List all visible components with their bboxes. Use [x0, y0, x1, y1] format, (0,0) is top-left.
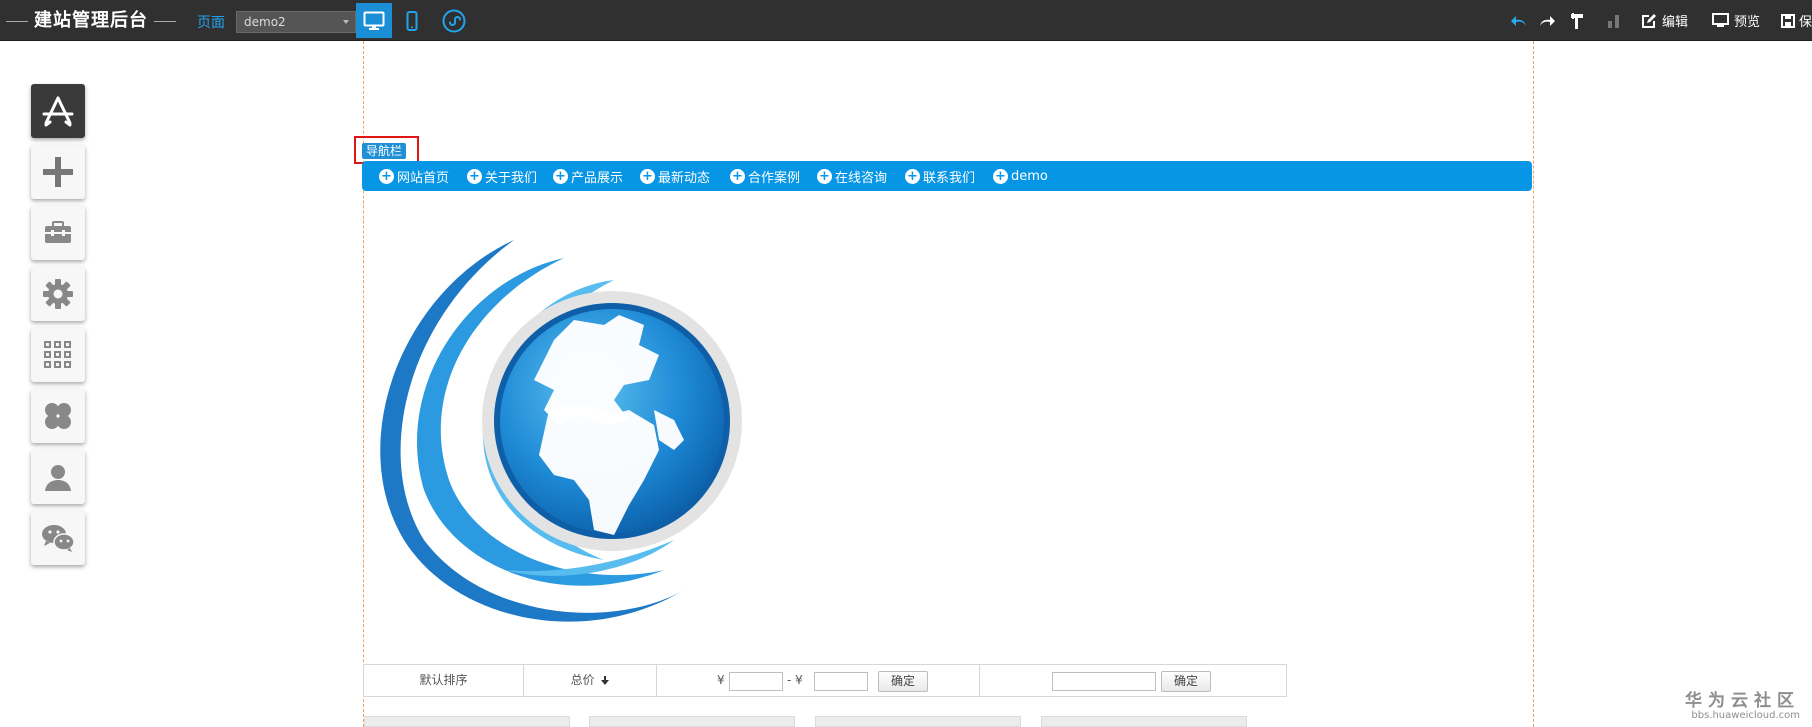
- redo-icon[interactable]: [1537, 11, 1557, 31]
- miniprogram-icon: [442, 9, 466, 32]
- settings-button[interactable]: [31, 267, 85, 321]
- save-label: 保: [1799, 15, 1812, 30]
- app-store-button[interactable]: [31, 84, 85, 138]
- miniprogram-view-button[interactable]: [436, 3, 472, 38]
- watermark-title: 华为云社区: [1685, 691, 1800, 711]
- nav-item-label: demo: [1011, 168, 1048, 184]
- plus-circle-icon: +: [467, 168, 482, 184]
- gear-icon: [43, 279, 73, 309]
- nav-item[interactable]: + 在线咨询: [817, 161, 887, 191]
- phone-icon: [406, 10, 418, 31]
- nav-item-label: 产品展示: [571, 170, 624, 186]
- nav-item-label: 在线咨询: [835, 170, 888, 186]
- nav-module-tag-label: 导航栏: [362, 143, 407, 159]
- plus-circle-icon: +: [993, 168, 1008, 184]
- canvas-guide-right: [1533, 41, 1534, 727]
- mobile-view-button[interactable]: [394, 3, 430, 38]
- page-select-value: demo2: [244, 15, 286, 29]
- apps-grid-button[interactable]: [31, 328, 85, 382]
- wechat-button[interactable]: [31, 511, 85, 565]
- nav-item[interactable]: + 网站首页: [379, 161, 449, 191]
- currency-symbol: ¥: [717, 673, 725, 687]
- edit-icon: [1642, 13, 1656, 28]
- chevron-down-icon: [343, 20, 349, 24]
- price-max-input[interactable]: [814, 672, 868, 691]
- preview-label: 预览: [1734, 15, 1761, 30]
- arrow-down-icon: [601, 675, 610, 685]
- toolbox-button[interactable]: [31, 206, 85, 260]
- clover-icon: [45, 403, 71, 429]
- price-confirm-button[interactable]: 确定: [878, 671, 928, 692]
- product-card[interactable]: [1041, 716, 1247, 727]
- product-card[interactable]: [364, 716, 570, 727]
- nav-item[interactable]: + 关于我们: [467, 161, 537, 191]
- nav-item-label: 网站首页: [397, 170, 450, 186]
- user-icon: [45, 465, 71, 491]
- navigation-bar: + 网站首页 + 关于我们 + 产品展示 + 最新动态 + 合作案例 + 在线咨询 + 联系我们 + demo: [362, 161, 1532, 191]
- keyword-search-input[interactable]: [1052, 672, 1156, 691]
- globe-logo-image: [380, 240, 742, 622]
- plugins-button[interactable]: [31, 389, 85, 443]
- price-range-separator: - ¥: [787, 673, 803, 687]
- edit-button[interactable]: 编辑: [1641, 0, 1688, 41]
- nav-item-label: 联系我们: [923, 170, 976, 186]
- search-confirm-button[interactable]: 确定: [1161, 671, 1211, 692]
- app-title-text: 建站管理后台: [34, 10, 148, 31]
- page-select[interactable]: demo2: [236, 11, 356, 33]
- plus-icon: [43, 157, 73, 187]
- product-card[interactable]: [815, 716, 1021, 727]
- nav-item[interactable]: + 产品展示: [553, 161, 623, 191]
- plus-circle-icon: +: [730, 168, 745, 184]
- plus-circle-icon: +: [817, 168, 832, 184]
- undo-icon[interactable]: [1509, 11, 1529, 31]
- watermark-url: bbs.huaweicloud.com: [1691, 710, 1800, 721]
- add-module-button[interactable]: [31, 145, 85, 199]
- product-filter-bar: 默认排序 总价 ¥ - ¥ 确定 确定: [363, 664, 1287, 697]
- format-brush-icon[interactable]: [1567, 11, 1587, 31]
- watermark: 华为云社区 bbs.huaweicloud.com: [1685, 686, 1800, 721]
- desktop-view-button[interactable]: [356, 3, 392, 38]
- edit-label: 编辑: [1662, 15, 1689, 30]
- nav-item[interactable]: + 合作案例: [730, 161, 800, 191]
- sort-default-label: 默认排序: [419, 673, 468, 687]
- save-button[interactable]: 保: [1781, 0, 1812, 41]
- nav-item[interactable]: + 联系我们: [905, 161, 975, 191]
- members-button[interactable]: [31, 450, 85, 504]
- nav-item[interactable]: + demo: [993, 161, 1048, 191]
- app-store-icon: [42, 96, 74, 127]
- nav-item[interactable]: + 最新动态: [640, 161, 710, 191]
- nav-item-label: 合作案例: [748, 170, 801, 186]
- title-dash-left: [6, 20, 28, 22]
- price-min-input[interactable]: [729, 672, 783, 691]
- sort-default-tab[interactable]: 默认排序: [364, 665, 524, 696]
- nav-module-tag[interactable]: 导航栏: [354, 136, 419, 164]
- wechat-icon: [42, 525, 75, 552]
- page-label: 页面: [197, 15, 225, 31]
- top-toolbar: 建站管理后台 页面 demo2 编辑 预览 保: [0, 0, 1812, 41]
- plus-circle-icon: +: [379, 168, 394, 184]
- price-range-cell: ¥ - ¥ 确定: [657, 665, 980, 696]
- website-builder: 建站管理后台 页面 demo2 编辑 预览 保 导航栏 + 网站首页 + 关于我…: [0, 0, 1812, 727]
- plus-circle-icon: +: [905, 168, 920, 184]
- toolbox-icon: [45, 221, 71, 243]
- nav-item-label: 关于我们: [485, 170, 538, 186]
- sort-price-label: 总价: [570, 673, 595, 687]
- title-dash-right: [154, 20, 176, 22]
- nav-item-label: 最新动态: [658, 170, 711, 186]
- monitor-icon: [1712, 13, 1729, 27]
- app-title: 建站管理后台: [6, 9, 182, 33]
- plus-circle-icon: +: [640, 168, 655, 184]
- grid-icon: [44, 341, 71, 368]
- product-card[interactable]: [589, 716, 795, 727]
- monitor-icon: [363, 11, 385, 30]
- preview-button[interactable]: 预览: [1712, 0, 1760, 41]
- bar-chart-icon[interactable]: [1604, 11, 1624, 31]
- plus-circle-icon: +: [553, 168, 568, 184]
- sort-price-tab[interactable]: 总价: [524, 665, 657, 696]
- save-icon: [1781, 13, 1795, 28]
